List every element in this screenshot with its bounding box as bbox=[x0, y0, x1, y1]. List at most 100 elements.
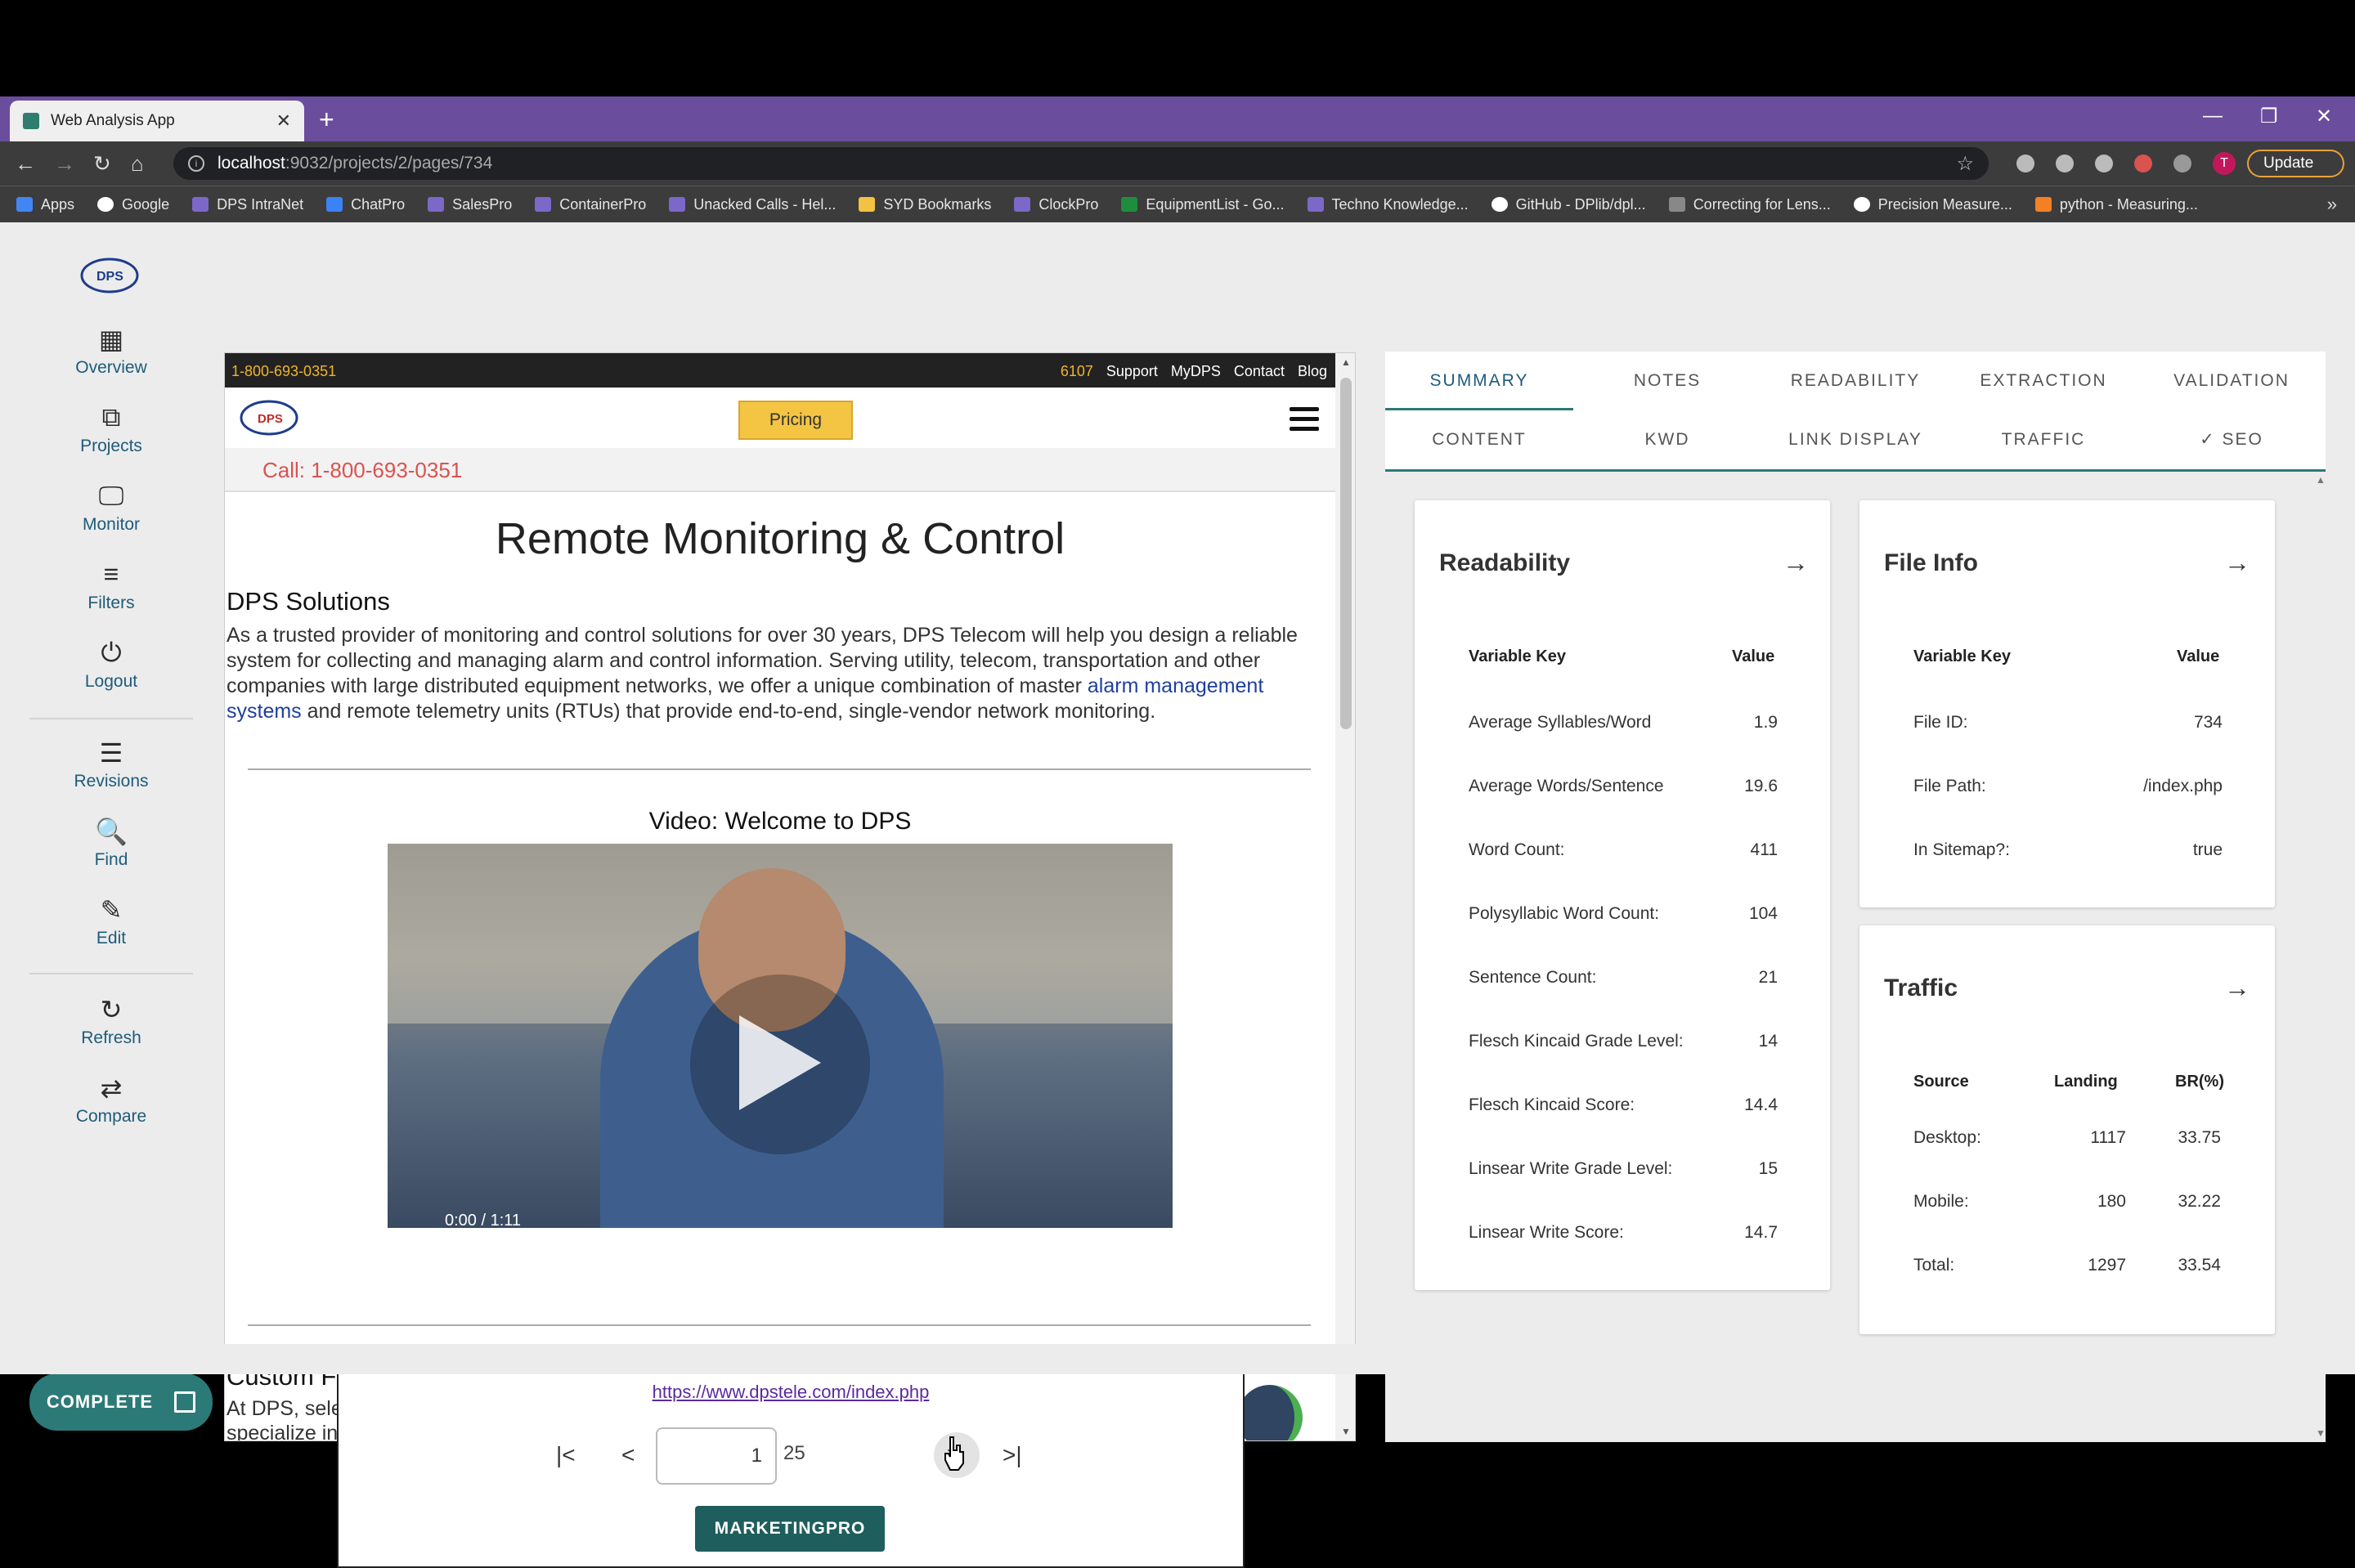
new-tab-icon[interactable]: + bbox=[319, 105, 334, 135]
preview-dps-logo[interactable]: DPS bbox=[236, 397, 302, 438]
traffic-br: 32.22 bbox=[2178, 1192, 2221, 1211]
page-preview[interactable]: 1-800-693-0351 6107 Support MyDPS Contac… bbox=[224, 352, 1356, 1441]
sidebar-item-edit[interactable]: ✎ Edit bbox=[0, 894, 222, 948]
prev-page-icon[interactable]: < bbox=[621, 1442, 635, 1468]
page-url-link[interactable]: https://www.dpstele.com/index.php bbox=[339, 1382, 1243, 1403]
extension-icon[interactable] bbox=[2056, 155, 2074, 172]
arrow-right-icon[interactable]: → bbox=[2224, 548, 2250, 578]
sidebar-item-projects[interactable]: ⧉ Projects bbox=[0, 402, 222, 456]
close-tab-icon[interactable]: ✕ bbox=[276, 110, 291, 132]
readability-value: 1.9 bbox=[1753, 713, 1778, 732]
tab-summary[interactable]: SUMMARY bbox=[1385, 352, 1573, 410]
bookmark-item[interactable]: Google bbox=[97, 196, 169, 213]
bookmark-item[interactable]: ChatPro bbox=[326, 196, 405, 213]
page-number-input[interactable]: 1 bbox=[656, 1427, 777, 1485]
call-text[interactable]: Call: 1-800-693-0351 bbox=[262, 458, 462, 483]
forward-icon[interactable]: → bbox=[54, 151, 75, 177]
tab-readability[interactable]: READABILITY bbox=[1761, 352, 1949, 410]
sidebar-item-find[interactable]: 🔍 Find bbox=[0, 816, 222, 870]
bookmark-item[interactable]: EquipmentList - Go... bbox=[1121, 196, 1285, 213]
arrow-right-icon[interactable]: → bbox=[2224, 973, 2250, 1003]
bookmark-item[interactable]: Precision Measure... bbox=[1853, 196, 2012, 213]
site-info-icon[interactable]: i bbox=[188, 155, 204, 172]
globe-icon bbox=[1853, 197, 1870, 212]
scroll-down-icon[interactable]: ▼ bbox=[1341, 1426, 1351, 1437]
bookmark-item[interactable]: ClockPro bbox=[1014, 196, 1098, 213]
complete-checkbox[interactable] bbox=[174, 1391, 196, 1413]
complete-button[interactable]: COMPLETE bbox=[29, 1373, 213, 1431]
extension-icon[interactable] bbox=[2134, 155, 2152, 172]
omnibox[interactable]: i localhost:9032/projects/2/pages/734 ☆ bbox=[173, 147, 1989, 180]
tab-validation[interactable]: VALIDATION bbox=[2137, 352, 2326, 410]
puzzle-icon[interactable] bbox=[2173, 155, 2191, 172]
play-icon[interactable] bbox=[739, 1015, 821, 1110]
pricing-button[interactable]: Pricing bbox=[738, 401, 853, 440]
video-player[interactable]: 0:00 / 1:11 bbox=[388, 844, 1173, 1228]
file-info-card: File Info → Variable Key Value File ID: 7… bbox=[1859, 500, 2275, 907]
preview-top-bar: 1-800-693-0351 6107 Support MyDPS Contac… bbox=[225, 353, 1335, 388]
browser-tab[interactable]: Web Analysis App ✕ bbox=[10, 101, 304, 141]
preview-link-mydps[interactable]: MyDPS bbox=[1171, 363, 1221, 380]
preview-link-contact[interactable]: Contact bbox=[1234, 363, 1285, 380]
bookmark-label: Google bbox=[122, 195, 170, 213]
bookmark-item[interactable]: GitHub - DPlib/dpl... bbox=[1491, 196, 1646, 213]
preview-link-support[interactable]: Support bbox=[1106, 363, 1158, 380]
scroll-down-icon[interactable]: ▼ bbox=[2316, 1427, 2326, 1439]
preview-phone[interactable]: 1-800-693-0351 bbox=[231, 363, 336, 380]
sidebar-item-overview[interactable]: ▦ Overview bbox=[0, 324, 222, 378]
tab-extraction[interactable]: EXTRACTION bbox=[1949, 352, 2137, 410]
bookmark-item[interactable]: Apps bbox=[16, 196, 74, 213]
tab-link-display[interactable]: LINK DISPLAY bbox=[1761, 410, 1949, 469]
sidebar-item-monitor[interactable]: 🖵 Monitor bbox=[0, 481, 222, 535]
bookmark-item[interactable]: Correcting for Lens... bbox=[1668, 196, 1831, 213]
panel-scrollbar[interactable]: ▲ ▼ bbox=[2314, 474, 2326, 1442]
traffic-title: Traffic bbox=[1884, 974, 1958, 1001]
marketingpro-button[interactable]: MARKETINGPRO bbox=[695, 1506, 885, 1552]
bookmark-item[interactable]: ContainerPro bbox=[535, 196, 646, 213]
readability-key: Flesch Kincaid Grade Level: bbox=[1469, 1032, 1684, 1051]
arrow-right-icon[interactable]: → bbox=[1783, 548, 1809, 578]
extension-icon[interactable] bbox=[2016, 155, 2034, 172]
chat-widget-icon[interactable] bbox=[1237, 1385, 1303, 1440]
bookmark-item[interactable]: Techno Knowledge... bbox=[1307, 196, 1469, 213]
bookmark-item[interactable]: SalesPro bbox=[428, 196, 512, 213]
tab-content[interactable]: CONTENT bbox=[1385, 410, 1573, 469]
profile-avatar[interactable]: T bbox=[2213, 152, 2236, 175]
home-icon[interactable]: ⌂ bbox=[131, 151, 144, 177]
close-window-icon[interactable]: ✕ bbox=[2316, 105, 2332, 128]
tab-seo[interactable]: ✓ SEO bbox=[2137, 410, 2326, 469]
sidebar-item-revisions[interactable]: ☰ Revisions bbox=[0, 737, 222, 791]
sidebar-item-filters[interactable]: ≡ Filters bbox=[0, 559, 222, 613]
complete-label: COMPLETE bbox=[46, 1391, 154, 1412]
scroll-up-icon[interactable]: ▲ bbox=[1341, 356, 1351, 368]
bookmark-item[interactable]: python - Measuring... bbox=[2034, 196, 2198, 213]
tab-traffic[interactable]: TRAFFIC bbox=[1949, 410, 2137, 469]
first-page-icon[interactable]: |< bbox=[556, 1442, 576, 1468]
sidebar-item-compare[interactable]: ⇄ Compare bbox=[0, 1073, 222, 1127]
preview-subheading: DPS Solutions bbox=[227, 587, 390, 616]
hamburger-menu-icon[interactable] bbox=[1290, 407, 1319, 432]
back-icon[interactable]: ← bbox=[15, 151, 36, 177]
restore-icon[interactable]: ❐ bbox=[2260, 105, 2278, 128]
update-button[interactable]: Update bbox=[2247, 150, 2345, 177]
extension-icon[interactable] bbox=[2095, 155, 2113, 172]
stackoverflow-icon bbox=[2034, 197, 2052, 212]
more-bookmarks-icon[interactable]: » bbox=[2327, 194, 2337, 215]
tab-notes[interactable]: NOTES bbox=[1573, 352, 1761, 410]
scroll-up-icon[interactable]: ▲ bbox=[2316, 474, 2326, 486]
readability-value: 14.7 bbox=[1744, 1223, 1778, 1242]
preview-scrollbar[interactable]: ▲ ▼ bbox=[1335, 353, 1355, 1440]
dps-icon bbox=[428, 197, 445, 212]
bookmark-item[interactable]: DPS IntraNet bbox=[192, 196, 303, 213]
scrollbar-thumb[interactable] bbox=[1340, 378, 1352, 729]
minimize-icon[interactable]: — bbox=[2203, 105, 2223, 128]
preview-link-blog[interactable]: Blog bbox=[1298, 363, 1327, 380]
last-page-icon[interactable]: >| bbox=[1003, 1442, 1022, 1468]
sidebar-item-logout[interactable]: ⏻ Logout bbox=[0, 638, 222, 692]
bookmark-item[interactable]: SYD Bookmarks bbox=[859, 196, 991, 213]
bookmark-star-icon[interactable]: ☆ bbox=[1956, 152, 1974, 176]
bookmark-item[interactable]: Unacked Calls - Hel... bbox=[669, 196, 836, 213]
reload-icon[interactable]: ↻ bbox=[93, 151, 111, 177]
sidebar-item-refresh[interactable]: ↻ Refresh bbox=[0, 994, 222, 1048]
tab-kwd[interactable]: KWD bbox=[1573, 410, 1761, 469]
